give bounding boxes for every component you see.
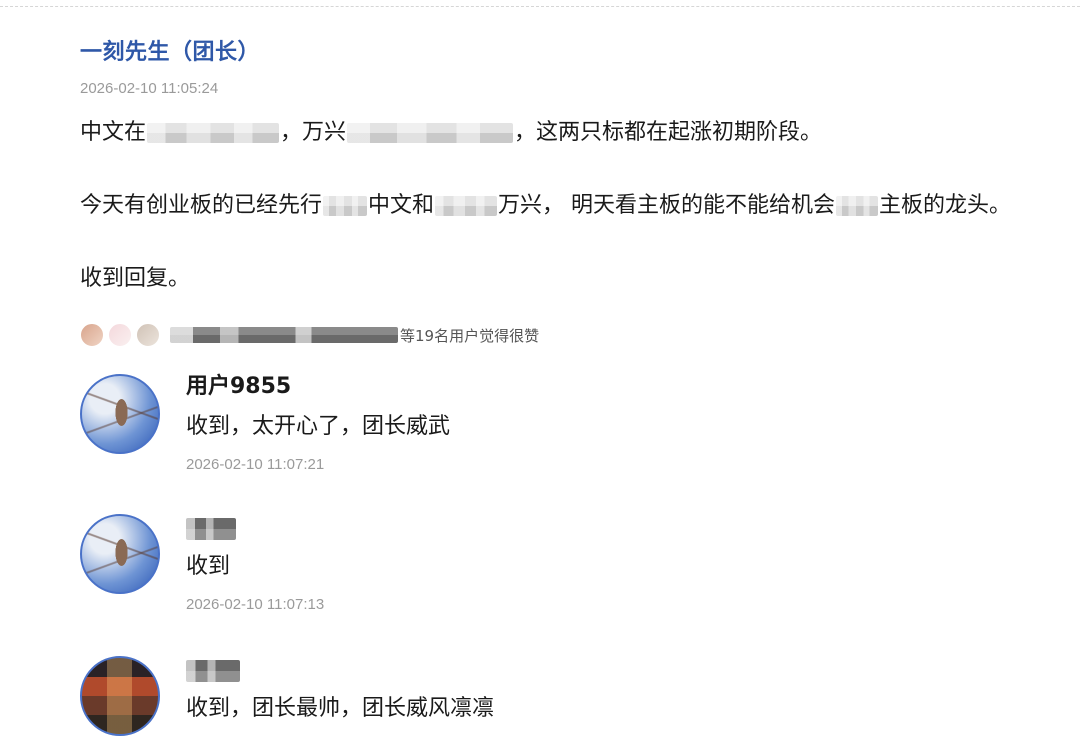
redacted-text bbox=[323, 196, 368, 216]
comment-text: 收到，太开心了，团长威武 bbox=[186, 414, 451, 439]
post-timestamp: 2026-02-10 11:05:24 bbox=[80, 80, 219, 97]
comment-timestamp: 2026-02-10 11:07:13 bbox=[186, 596, 325, 613]
redacted-text bbox=[435, 196, 498, 216]
likes-count-text[interactable]: 等19名用户觉得很赞 bbox=[400, 325, 539, 346]
avatar[interactable] bbox=[80, 514, 160, 594]
top-divider bbox=[0, 6, 1080, 7]
redacted-liker-names bbox=[170, 327, 398, 343]
liker-avatar[interactable] bbox=[80, 323, 104, 347]
text-segment: 中文在 bbox=[80, 120, 147, 145]
redacted-username bbox=[186, 660, 240, 682]
redacted-text bbox=[836, 196, 879, 216]
comment-text: 收到 bbox=[186, 554, 231, 579]
text-segment: 今天有创业板的已经先行 bbox=[80, 193, 323, 218]
comment-username[interactable] bbox=[186, 652, 1066, 686]
comment-timestamp: 2026-02-10 11:07:21 bbox=[186, 456, 325, 473]
text-segment: ，这两只标都在起涨初期阶段。 bbox=[514, 120, 823, 145]
comment-text: 收到，团长最帅，团长威风凛凛 bbox=[186, 696, 495, 721]
text-segment: 万兴， 明天看主板的能不能给机会 bbox=[498, 193, 836, 218]
comment-username[interactable] bbox=[186, 510, 1066, 544]
liker-avatar[interactable] bbox=[108, 323, 132, 347]
post-paragraph-2: 今天有创业板的已经先行 中文和 万兴， 明天看主板的能不能给机会 主板的龙头。 bbox=[80, 191, 1011, 221]
text-segment: 主板的龙头。 bbox=[879, 193, 1012, 218]
comment-username[interactable]: 用户9855 bbox=[186, 370, 1066, 404]
text-segment: ，万兴 bbox=[280, 120, 347, 145]
avatar[interactable] bbox=[80, 656, 160, 736]
post-paragraph-3: 收到回复。 bbox=[80, 266, 191, 291]
redacted-username bbox=[186, 518, 236, 540]
redacted-text bbox=[347, 123, 514, 143]
liker-avatar[interactable] bbox=[136, 323, 160, 347]
redacted-text bbox=[147, 123, 280, 143]
post-author[interactable]: 一刻先生（团长） bbox=[80, 34, 1080, 66]
text-segment: 中文和 bbox=[368, 193, 435, 218]
post: 一刻先生（团长） 2026-02-10 11:05:24 中文在 ，万兴 ，这两只标… bbox=[80, 34, 1080, 291]
avatar[interactable] bbox=[80, 374, 160, 454]
post-paragraph-1: 中文在 ，万兴 ，这两只标都在起涨初期阶段。 bbox=[80, 118, 822, 148]
likes-row[interactable]: 等19名用户觉得很赞 bbox=[80, 320, 539, 350]
